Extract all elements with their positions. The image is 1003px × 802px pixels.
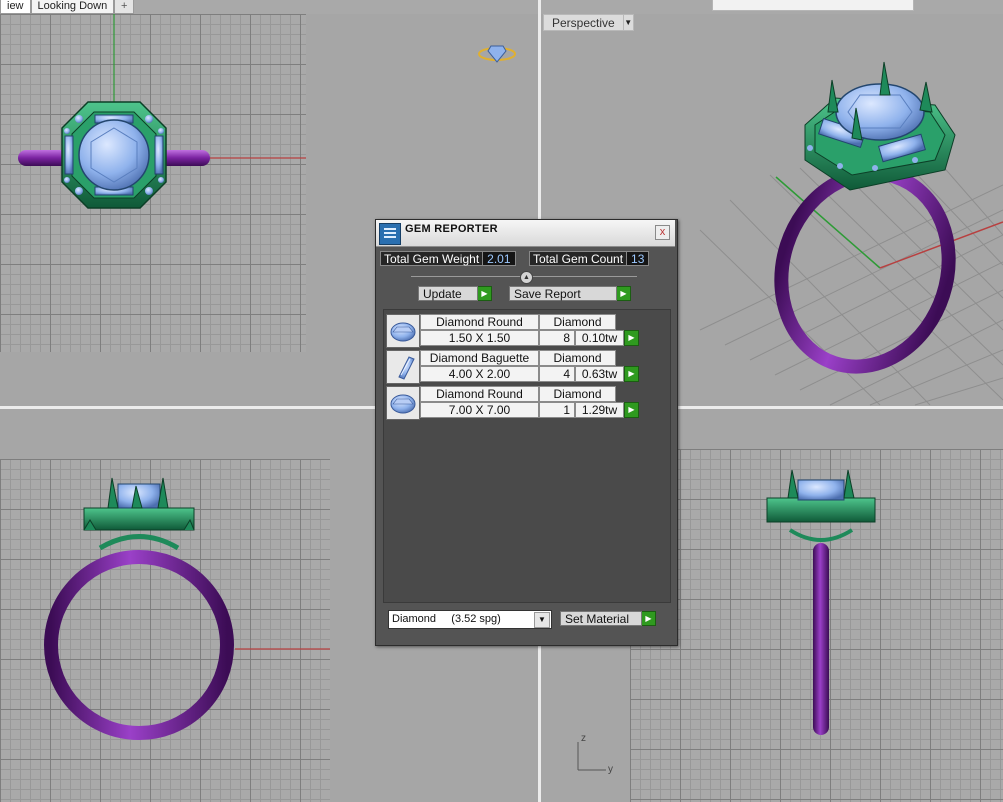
gem-size: 4.00 X 2.00 bbox=[420, 366, 539, 382]
gem-row[interactable]: Diamond Round Diamond 1.50 X 1.50 8 0.10… bbox=[386, 314, 644, 348]
round-gem-icon bbox=[386, 314, 420, 348]
play-icon[interactable]: ▶ bbox=[478, 286, 492, 301]
gem-weight: 0.10tw bbox=[575, 330, 624, 346]
material-select-value[interactable]: Diamond (3.52 spg) bbox=[392, 611, 501, 627]
top-view-ring bbox=[18, 101, 210, 209]
tab-view[interactable]: iew bbox=[0, 0, 31, 14]
play-icon[interactable]: ▶ bbox=[642, 611, 656, 626]
total-gem-weight-label: Total Gem Weight bbox=[380, 251, 484, 266]
play-icon[interactable]: ▶ bbox=[617, 286, 631, 301]
gem-material: Diamond bbox=[539, 350, 616, 366]
set-material-button[interactable]: Set Material ▶ bbox=[560, 611, 656, 626]
set-material-button-label[interactable]: Set Material bbox=[560, 611, 642, 626]
gem-count: 4 bbox=[539, 366, 575, 382]
gem-count: 1 bbox=[539, 402, 575, 418]
gem-size: 1.50 X 1.50 bbox=[420, 330, 539, 346]
gem-weight: 0.63tw bbox=[575, 366, 624, 382]
gem-reporter-panel: GEM REPORTER x Total Gem Weight 2.01 Tot… bbox=[375, 219, 678, 646]
play-icon[interactable]: ▶ bbox=[624, 366, 639, 382]
gem-row[interactable]: Diamond Baguette Diamond 4.00 X 2.00 4 0… bbox=[386, 350, 644, 384]
gem-material: Diamond bbox=[539, 314, 616, 330]
gem-reporter-title: GEM REPORTER bbox=[405, 223, 498, 235]
gem-shape: Diamond Round bbox=[420, 386, 539, 402]
play-icon[interactable]: ▶ bbox=[624, 330, 639, 346]
axis-z-label: z bbox=[581, 733, 586, 744]
save-report-button-label[interactable]: Save Report bbox=[509, 286, 617, 301]
chevron-down-icon[interactable]: ▼ bbox=[534, 612, 550, 628]
gem-view-icon bbox=[478, 45, 516, 63]
viewport-tab-bar: iew Looking Down + bbox=[0, 0, 135, 14]
splitter-handle[interactable]: ▲ bbox=[520, 271, 533, 284]
command-field[interactable] bbox=[712, 0, 914, 11]
front-view-ring bbox=[44, 477, 234, 740]
gem-material: Diamond bbox=[539, 386, 616, 402]
gem-shape: Diamond Baguette bbox=[420, 350, 539, 366]
total-gem-weight: Total Gem Weight 2.01 bbox=[380, 251, 516, 266]
round-gem-icon bbox=[386, 386, 420, 420]
update-button-label[interactable]: Update bbox=[418, 286, 478, 301]
gem-reporter-titlebar[interactable]: GEM REPORTER x bbox=[376, 220, 675, 247]
chevron-down-icon[interactable]: ▼ bbox=[623, 14, 634, 31]
update-button[interactable]: Update ▶ bbox=[418, 286, 492, 301]
save-report-button[interactable]: Save Report ▶ bbox=[509, 286, 631, 301]
perspective-view-title[interactable]: Perspective ▼ bbox=[543, 14, 634, 31]
gem-size: 7.00 X 7.00 bbox=[420, 402, 539, 418]
gem-row[interactable]: Diamond Round Diamond 7.00 X 7.00 1 1.29… bbox=[386, 386, 644, 420]
right-view-ring bbox=[766, 469, 876, 735]
add-tab-icon[interactable]: + bbox=[114, 0, 135, 14]
total-gem-count: Total Gem Count 13 bbox=[529, 251, 650, 266]
gem-list[interactable]: Diamond Round Diamond 1.50 X 1.50 8 0.10… bbox=[383, 309, 671, 603]
gem-reporter-logo-icon bbox=[379, 223, 401, 245]
close-icon[interactable]: x bbox=[655, 225, 670, 240]
axis-y-label: y bbox=[608, 764, 613, 775]
material-select[interactable]: Diamond (3.52 spg) ▼ bbox=[388, 610, 552, 629]
gem-shape: Diamond Round bbox=[420, 314, 539, 330]
baguette-gem-icon bbox=[386, 350, 420, 384]
total-gem-weight-value: 2.01 bbox=[483, 251, 516, 266]
total-gem-count-label: Total Gem Count bbox=[529, 251, 628, 266]
tab-looking-down[interactable]: Looking Down bbox=[30, 0, 115, 14]
total-gem-count-value: 13 bbox=[627, 251, 650, 266]
perspective-label[interactable]: Perspective bbox=[543, 14, 624, 31]
gem-count: 8 bbox=[539, 330, 575, 346]
play-icon[interactable]: ▶ bbox=[624, 402, 639, 418]
gem-weight: 1.29tw bbox=[575, 402, 624, 418]
